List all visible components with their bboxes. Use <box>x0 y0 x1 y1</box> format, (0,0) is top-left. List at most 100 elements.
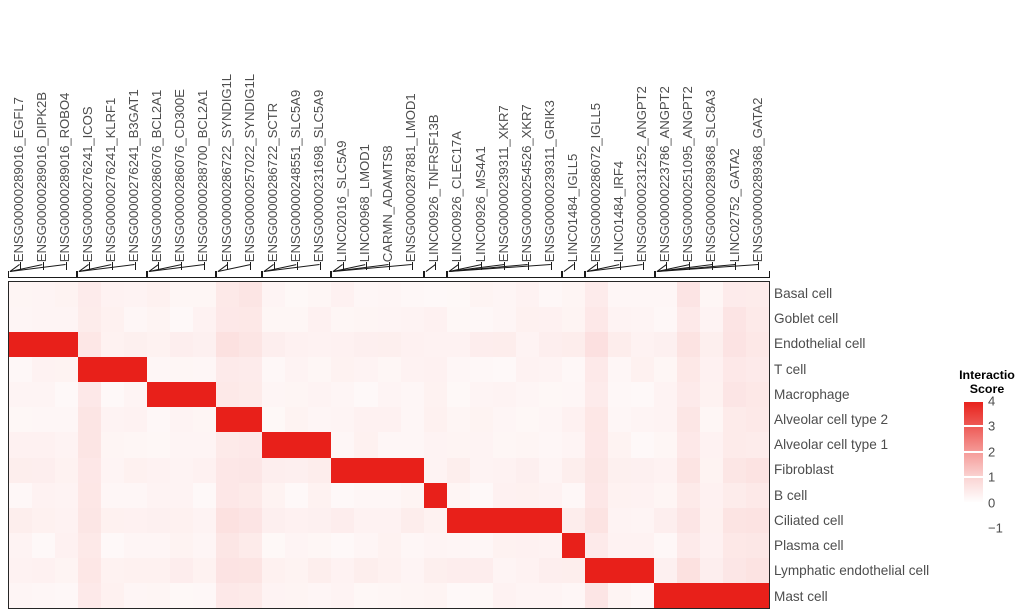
heatmap-cell <box>354 507 378 533</box>
heatmap-cell <box>492 307 516 333</box>
heatmap-cell <box>193 407 217 433</box>
heatmap-cell <box>676 407 700 433</box>
heatmap-cell <box>124 457 148 483</box>
column-label: LINC01484_IRF4 <box>610 160 626 262</box>
heatmap-cell <box>492 407 516 433</box>
heatmap-cell <box>124 307 148 333</box>
heatmap-cell <box>193 382 217 408</box>
heatmap-cell <box>377 582 401 608</box>
heatmap-cell <box>515 557 539 583</box>
heatmap-cell <box>630 532 654 558</box>
column-group-bracket <box>8 271 78 278</box>
row-label: B cell <box>774 487 808 503</box>
heatmap-cell <box>32 282 56 308</box>
heatmap-cell <box>699 507 723 533</box>
column-label: ENSG00000231252_ANGPT2 <box>633 86 649 262</box>
row-label: Basal cell <box>774 285 833 301</box>
heatmap-cell <box>193 282 217 308</box>
column-group-bracket <box>215 271 262 278</box>
heatmap-cell <box>354 432 378 458</box>
column-label: ENSG00000231698_SLC5A9 <box>310 89 326 262</box>
column-label: ENSG00000289016_ROBO4 <box>56 92 72 262</box>
column-label: ENSG00000288700_BCL2A1 <box>195 89 211 262</box>
heatmap-cell <box>331 432 355 458</box>
heatmap-cell <box>354 282 378 308</box>
heatmap-cell <box>469 282 493 308</box>
heatmap-cell <box>515 282 539 308</box>
heatmap-cell <box>584 332 608 358</box>
heatmap-cell <box>55 557 79 583</box>
heatmap-cell <box>492 507 516 533</box>
heatmap-cell <box>469 432 493 458</box>
heatmap-cell <box>285 307 309 333</box>
heatmap-cell <box>216 482 240 508</box>
heatmap-cell <box>32 482 56 508</box>
heatmap-cell <box>515 432 539 458</box>
heatmap-cell <box>676 282 700 308</box>
heatmap-cell <box>216 507 240 533</box>
heatmap-cell <box>32 532 56 558</box>
heatmap-cell <box>423 582 447 608</box>
heatmap-cell <box>676 532 700 558</box>
heatmap-cell <box>147 282 171 308</box>
heatmap-cell <box>9 557 33 583</box>
heatmap-cell <box>377 307 401 333</box>
heatmap-cell <box>147 307 171 333</box>
column-label: ENSG00000254526_XKR7 <box>518 104 534 262</box>
heatmap-cell <box>239 357 263 383</box>
heatmap-cell <box>101 407 125 433</box>
row-label: Plasma cell <box>774 538 844 554</box>
heatmap-cell <box>124 282 148 308</box>
column-label: ENSG00000239311_XKR7 <box>495 105 511 262</box>
legend-tick-mark <box>964 400 983 403</box>
heatmap-cell <box>423 282 447 308</box>
heatmap-cell <box>653 332 677 358</box>
heatmap-cell <box>492 457 516 483</box>
heatmap-cell <box>32 457 56 483</box>
heatmap-cell <box>653 482 677 508</box>
heatmap-cell <box>561 432 585 458</box>
heatmap-cell <box>55 332 79 358</box>
heatmap-cell <box>32 432 56 458</box>
heatmap-cell <box>400 282 424 308</box>
column-group-bracket <box>585 271 655 278</box>
heatmap-cell <box>446 407 470 433</box>
heatmap-cell <box>193 457 217 483</box>
heatmap-cell <box>32 582 56 608</box>
heatmap-cell <box>515 407 539 433</box>
column-label: LINC02752_GATA2 <box>726 148 742 262</box>
heatmap-cell <box>746 482 769 508</box>
heatmap-cell <box>101 557 125 583</box>
heatmap-cell <box>377 457 401 483</box>
heatmap-cell <box>308 532 332 558</box>
heatmap-cell <box>492 432 516 458</box>
heatmap-cell <box>377 332 401 358</box>
heatmap-cell <box>55 407 79 433</box>
heatmap-cell <box>78 407 102 433</box>
heatmap-cell <box>699 482 723 508</box>
heatmap-cell <box>354 582 378 608</box>
heatmap-cell <box>746 582 769 608</box>
heatmap-cell <box>423 507 447 533</box>
column-label: LINC01484_IGLL5 <box>564 153 580 262</box>
heatmap-cell <box>561 357 585 383</box>
heatmap-cell <box>584 382 608 408</box>
heatmap-cell <box>746 332 769 358</box>
heatmap-cell <box>515 507 539 533</box>
heatmap-cell <box>216 382 240 408</box>
heatmap-cell <box>746 307 769 333</box>
heatmap-cell <box>699 557 723 583</box>
column-tick <box>135 262 136 270</box>
row-label: Fibroblast <box>774 462 834 478</box>
heatmap-cell <box>216 407 240 433</box>
heatmap-cell <box>147 457 171 483</box>
heatmap-cell <box>9 582 33 608</box>
heatmap-cell <box>331 307 355 333</box>
row-label: T cell <box>774 361 807 377</box>
heatmap-cell <box>400 582 424 608</box>
column-label: ENSG00000251095_ANGPT2 <box>680 86 696 262</box>
heatmap-cell <box>423 432 447 458</box>
heatmap-cell <box>722 457 746 483</box>
heatmap-cell <box>446 357 470 383</box>
heatmap-cell <box>699 407 723 433</box>
